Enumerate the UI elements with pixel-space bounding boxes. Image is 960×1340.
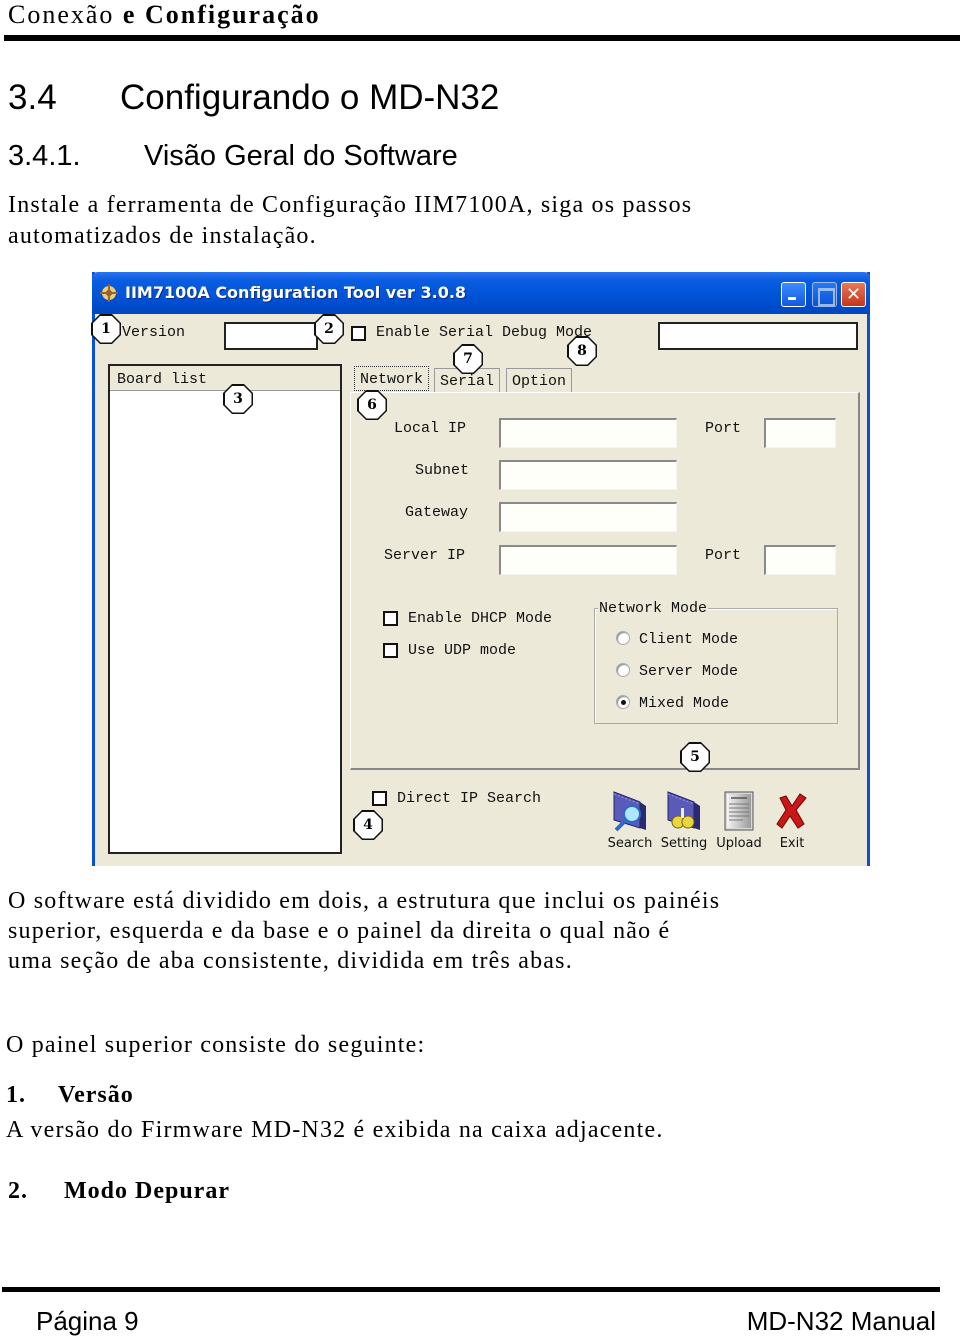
callout-marker-5: 5 [680,742,710,772]
description-line: O software está dividido em dois, a estr… [8,888,721,914]
exit-button[interactable]: Exit [767,790,817,851]
local-ip-input[interactable] [499,418,677,448]
item-title: Versão [58,1082,134,1108]
upload-icon [724,791,754,831]
header-rule [4,35,960,41]
subsection-title: Visão Geral do Software [144,140,458,172]
intro-line: automatizados de instalação. [8,223,317,249]
callout-number: 5 [681,743,709,771]
callout-marker-3: 3 [223,384,253,414]
intro-line: Instale a ferramenta de Configuração IIM… [8,192,693,218]
page-number: Página 9 [36,1306,139,1336]
direct-ip-search-checkbox[interactable] [372,791,387,806]
board-list[interactable] [108,364,342,854]
top-panel-intro: O painel superior consiste do seguinte: [6,1032,426,1058]
item-heading-version: 1. Versão [6,1082,134,1109]
server-port-label: Port [705,547,742,564]
item-title: Modo Depurar [64,1178,230,1204]
maximize-icon [813,283,836,306]
version-field[interactable] [224,322,318,350]
callout-number: 6 [358,391,386,419]
setting-label: Setting [660,836,708,851]
maximize-button[interactable] [812,282,837,307]
network-mode-legend: Network Mode [598,600,709,617]
client-mode-radio[interactable] [616,631,630,645]
callout-marker-1: 1 [91,314,121,344]
subsection-number: 3.4.1. [8,140,81,172]
intro-paragraph: Instale a ferramenta de Configuração IIM… [8,190,692,252]
callout-number: 1 [92,315,120,343]
setting-button[interactable]: Setting [659,790,709,851]
debug-output-field[interactable] [658,322,858,350]
manual-name: MD-N32 Manual [746,1306,936,1336]
tab-option[interactable]: Option [506,368,573,392]
description-line: superior, esquerda e da base e o painel … [8,918,671,944]
gateway-label: Gateway [405,504,469,521]
callout-marker-6: 6 [357,390,387,420]
gateway-input[interactable] [499,502,677,532]
callout-number: 7 [454,345,482,373]
close-button[interactable]: ✕ [841,282,866,307]
window-title: IIM7100A Configuration Tool ver 3.0.8 [125,283,467,302]
item-number: 2. [8,1178,28,1204]
section-number: 3.4 [8,78,57,117]
callout-marker-2: 2 [314,314,344,344]
running-header-regular: Conexão [8,0,115,29]
tab-network[interactable]: Network [354,366,430,391]
local-ip-label: Local IP [394,420,467,437]
mixed-mode-radio[interactable] [616,695,630,709]
server-mode-label: Server Mode [639,663,739,680]
setting-icon [667,791,700,830]
subnet-input[interactable] [499,460,677,490]
udp-checkbox[interactable] [383,643,398,658]
callout-number: 4 [354,811,382,839]
close-icon: ✕ [845,284,862,305]
upload-button[interactable]: Upload [714,790,764,851]
item-text-version: A versão do Firmware MD-N32 é exibida na… [6,1117,664,1143]
direct-ip-search-label: Direct IP Search [397,790,542,807]
board-list-header-label: Board list [117,371,208,388]
search-icon [613,791,646,832]
callout-number: 2 [315,315,343,343]
callout-marker-8: 8 [567,336,597,366]
callout-marker-7: 7 [453,344,483,374]
dhcp-label: Enable DHCP Mode [408,610,553,627]
callout-number: 3 [224,385,252,413]
footer-rule [2,1287,940,1292]
server-ip-input[interactable] [499,545,677,575]
description-line: uma seção de aba consistente, dividida e… [8,948,573,974]
local-port-input[interactable] [764,418,836,448]
description-paragraph: O software está dividido em dois, a estr… [8,886,720,976]
search-label: Search [607,836,653,851]
exit-icon [776,793,807,829]
debug-mode-label: Enable Serial Debug Mode [376,324,593,341]
udp-label: Use UDP mode [408,642,517,659]
mixed-mode-label: Mixed Mode [639,695,730,712]
item-heading-debug-mode: 2. Modo Depurar [8,1178,230,1205]
minimize-button[interactable] [781,282,806,307]
section-heading: 3.4 Configurando o MD-N32 [8,78,499,118]
debug-mode-checkbox[interactable] [351,326,366,341]
server-ip-label: Server IP [384,547,466,564]
subsection-heading: 3.4.1. Visão Geral do Software [8,140,458,173]
upload-label: Upload [716,836,762,851]
app-icon [100,284,118,302]
minimize-icon [782,283,805,306]
section-title: Configurando o MD-N32 [120,78,500,117]
callout-marker-4: 4 [353,810,383,840]
exit-label: Exit [779,836,805,851]
subnet-label: Subnet [415,462,470,479]
server-mode-radio[interactable] [616,663,630,677]
running-header-bold: e Configuração [122,0,321,29]
version-label: Version [122,324,186,341]
search-button[interactable]: Search [605,790,655,851]
callout-number: 8 [568,337,596,365]
local-port-label: Port [705,420,742,437]
running-header: Conexão e Configuração [8,0,321,30]
client-mode-label: Client Mode [639,631,739,648]
server-port-input[interactable] [764,545,836,575]
item-number: 1. [6,1082,26,1108]
dhcp-checkbox[interactable] [383,611,398,626]
